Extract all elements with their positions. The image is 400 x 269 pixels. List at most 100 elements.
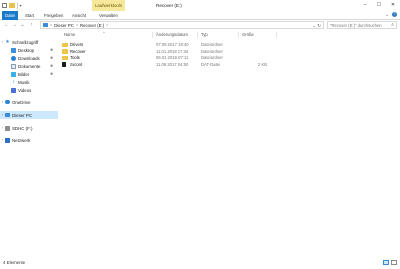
folder-icon bbox=[62, 55, 68, 61]
file-list: Name ^ Änderungsdatum Typ Größe Drivers … bbox=[58, 31, 400, 257]
nav-item-label: OneDrive bbox=[12, 99, 31, 105]
window-title: Recover (E:) bbox=[156, 3, 182, 8]
nav-item-desktop[interactable]: Desktop ✱ bbox=[0, 46, 58, 54]
sort-indicator-icon: ^ bbox=[103, 31, 105, 35]
close-button[interactable]: ✕ bbox=[386, 0, 400, 11]
column-divider[interactable] bbox=[152, 32, 153, 38]
file-size: 2 KB bbox=[257, 61, 267, 67]
nav-item-label: Musik bbox=[18, 79, 30, 85]
network-icon bbox=[5, 137, 10, 143]
nav-item-label: Desktop bbox=[18, 47, 35, 53]
nav-item-documents[interactable]: Dokumente ✱ bbox=[0, 62, 58, 70]
new-folder-icon[interactable] bbox=[9, 3, 15, 8]
search-icon: ⌕ bbox=[391, 22, 394, 28]
file-name: Recover bbox=[70, 48, 86, 54]
nav-item-label: Netzwerk bbox=[12, 137, 31, 143]
back-button[interactable]: ← bbox=[3, 21, 10, 29]
folder-icon bbox=[62, 49, 68, 54]
item-count: 4 Elemente bbox=[3, 260, 26, 265]
tab-home[interactable]: Start bbox=[22, 11, 37, 20]
column-header-name[interactable]: Name bbox=[64, 31, 75, 39]
file-date: 11.09.2017 04:50 bbox=[156, 61, 189, 67]
tab-view[interactable]: Ansicht bbox=[69, 11, 89, 20]
tab-share[interactable]: Freigeben bbox=[41, 11, 66, 20]
nav-item-label: Schnellzugriff bbox=[12, 39, 39, 45]
tab-file[interactable]: Datei bbox=[2, 11, 18, 20]
nav-item-label: Dieser PC bbox=[12, 112, 33, 118]
navigation-pane: › ★ Schnellzugriff Desktop ✱ Downloads ✱… bbox=[0, 31, 58, 257]
large-icons-view-icon[interactable] bbox=[391, 260, 397, 265]
this-pc-icon bbox=[5, 113, 10, 117]
file-row[interactable]: Drivers 07.09.2017 18:40 Dateiordner bbox=[61, 42, 276, 48]
quick-access-toolbar: ▾ bbox=[2, 2, 22, 9]
ribbon-help-area: ⌄ ? bbox=[385, 12, 397, 18]
file-date: 07.09.2017 18:40 bbox=[156, 42, 189, 47]
music-icon: ♪ bbox=[12, 78, 15, 85]
search-input[interactable]: "Recover (E:)" durchsuchen ⌕ bbox=[327, 21, 397, 29]
file-date: 11.01.2018 17:34 bbox=[156, 48, 189, 54]
customize-toolbar-chevron-icon[interactable]: ▾ bbox=[20, 3, 22, 8]
nav-item-downloads[interactable]: Downloads ✱ bbox=[0, 54, 58, 62]
forward-button[interactable]: → bbox=[11, 21, 18, 29]
nav-item-network[interactable]: › Netzwerk bbox=[0, 136, 58, 144]
pictures-icon bbox=[11, 71, 16, 77]
nav-item-pictures[interactable]: Bilder ✱ bbox=[0, 70, 58, 78]
nav-item-quick-access[interactable]: › ★ Schnellzugriff bbox=[0, 38, 58, 46]
view-toggle bbox=[383, 260, 397, 265]
file-type: Dateiordner bbox=[201, 55, 223, 60]
dat-file-icon bbox=[62, 62, 67, 68]
file-name: Tools bbox=[70, 55, 80, 60]
nav-item-this-pc[interactable]: › Dieser PC bbox=[0, 111, 58, 119]
tab-manage[interactable]: Verwalten bbox=[96, 11, 121, 20]
pin-icon: ✱ bbox=[50, 72, 54, 76]
star-icon: ★ bbox=[5, 38, 10, 45]
nav-item-label: SDHC (F:) bbox=[12, 125, 33, 131]
details-view-icon[interactable] bbox=[383, 260, 389, 265]
contextual-tab-drive-tools[interactable]: Laufwerktools bbox=[92, 0, 125, 11]
column-header-type[interactable]: Typ bbox=[201, 31, 208, 39]
up-button[interactable]: ↑ bbox=[28, 21, 35, 29]
nav-item-onedrive[interactable]: › OneDrive bbox=[0, 98, 58, 106]
breadcrumb-separator: > bbox=[106, 23, 109, 27]
file-row[interactable]: Recover 11.01.2018 17:34 Dateiordner bbox=[61, 49, 276, 55]
documents-icon bbox=[11, 63, 16, 69]
breadcrumb-separator: > bbox=[75, 23, 79, 27]
address-row: ← → ⌄ ↑ > Dieser PC > Recover (E:) > ⌄ ↻… bbox=[0, 20, 400, 30]
download-icon bbox=[11, 55, 16, 61]
nav-item-label: Bilder bbox=[18, 71, 30, 77]
status-bar: 4 Elemente bbox=[0, 257, 400, 269]
properties-icon[interactable] bbox=[2, 3, 7, 8]
address-bar[interactable]: > Dieser PC > Recover (E:) > ⌄ ↻ bbox=[40, 21, 324, 29]
maximize-button[interactable]: ☐ bbox=[372, 0, 386, 11]
minimize-button[interactable]: – bbox=[358, 0, 372, 11]
breadcrumb-separator: > bbox=[50, 23, 53, 27]
column-divider[interactable] bbox=[197, 32, 198, 38]
column-header-date[interactable]: Änderungsdatum bbox=[156, 31, 188, 39]
help-icon[interactable]: ? bbox=[392, 12, 397, 17]
address-history-chevron-icon[interactable]: ⌄ bbox=[312, 23, 316, 28]
file-row[interactable]: zxcont 11.09.2017 04:50 DAT-Datei 2 KB bbox=[61, 62, 276, 68]
column-header-size[interactable]: Größe bbox=[242, 31, 254, 39]
nav-item-music[interactable]: ♪ Musik bbox=[0, 78, 58, 86]
recent-locations-button[interactable]: ⌄ bbox=[19, 21, 26, 29]
pin-icon: ✱ bbox=[50, 48, 54, 52]
file-name: zxcont bbox=[70, 61, 83, 67]
videos-icon bbox=[11, 87, 16, 93]
refresh-icon[interactable]: ↻ bbox=[317, 23, 321, 28]
nav-item-sdhc-drive[interactable]: › SDHC (F:) bbox=[0, 124, 58, 132]
column-divider[interactable] bbox=[238, 32, 239, 38]
desktop-icon bbox=[11, 47, 16, 53]
column-divider[interactable] bbox=[276, 32, 277, 38]
file-row[interactable]: Tools 06.01.2016 07:11 Dateiordner bbox=[61, 55, 276, 61]
file-name: Drivers bbox=[70, 42, 84, 47]
breadcrumb-this-pc[interactable]: Dieser PC bbox=[54, 23, 74, 28]
sd-card-icon bbox=[5, 125, 10, 131]
toolbar-divider bbox=[17, 2, 18, 9]
breadcrumb-recover-drive[interactable]: Recover (E:) bbox=[80, 23, 104, 28]
file-type: Dateiordner bbox=[201, 48, 223, 54]
computer-icon bbox=[43, 23, 48, 27]
ribbon-tabs: Datei Start Freigeben Ansicht Verwalten … bbox=[0, 11, 400, 20]
expand-ribbon-chevron-icon[interactable]: ⌄ bbox=[385, 12, 389, 18]
file-type: DAT-Datei bbox=[201, 61, 221, 67]
nav-item-videos[interactable]: Videos bbox=[0, 86, 58, 94]
